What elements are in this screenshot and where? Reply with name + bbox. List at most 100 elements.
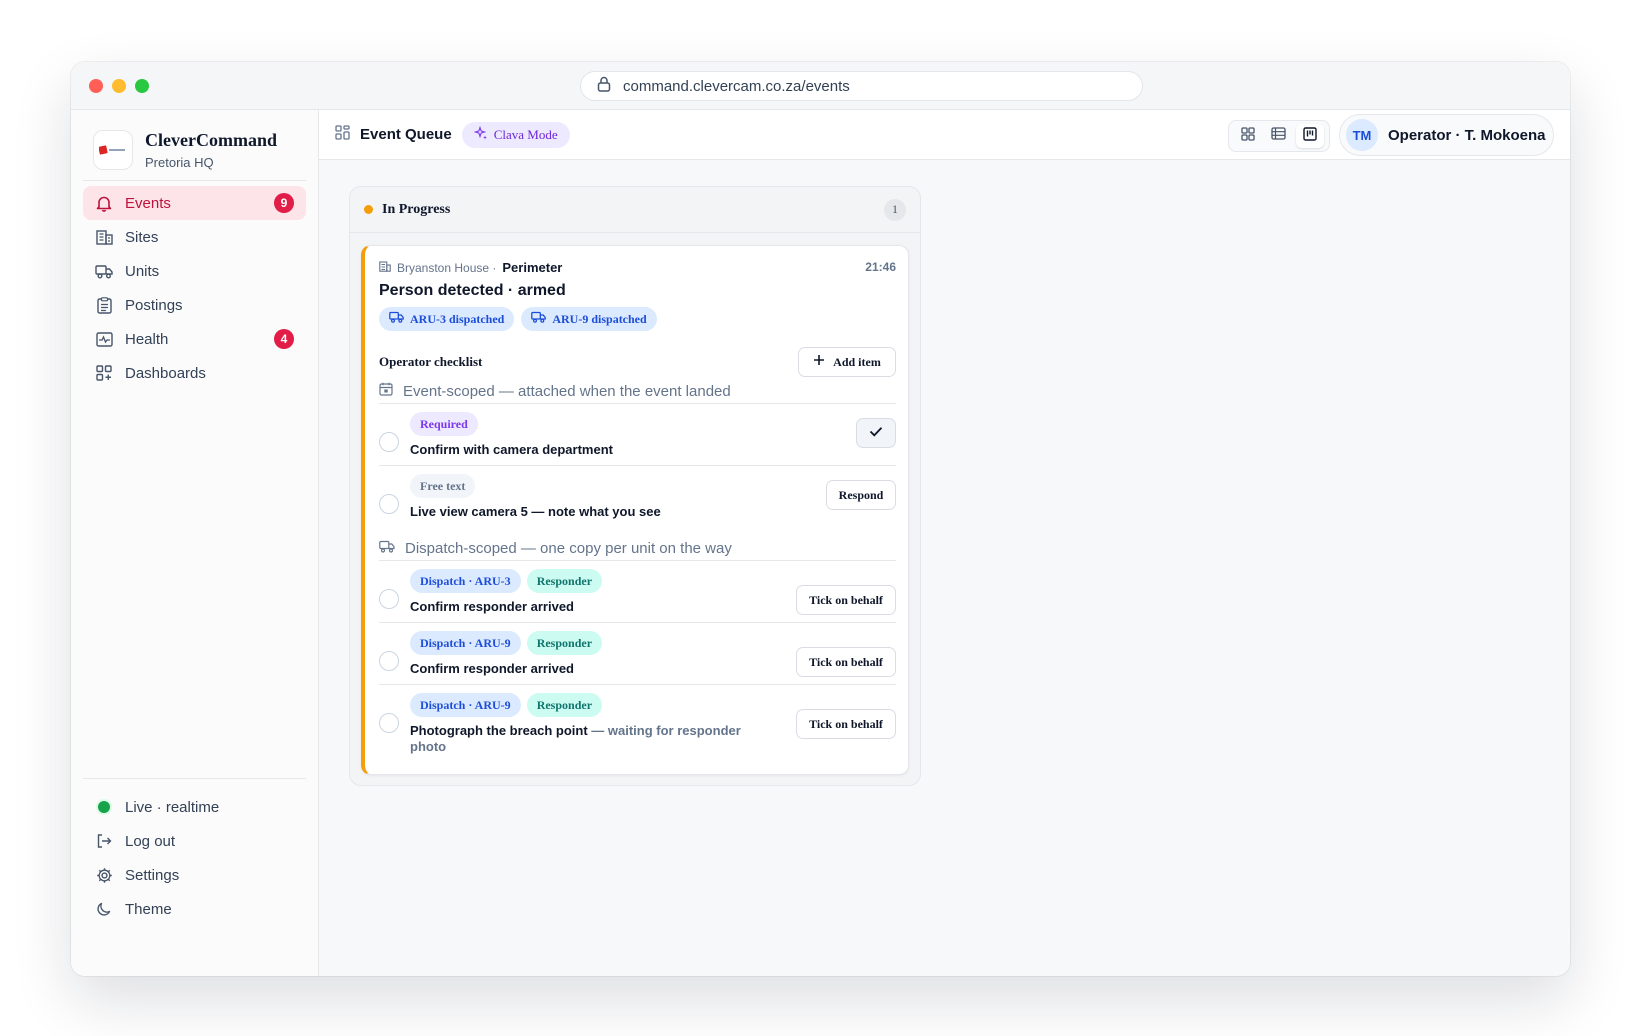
divider: [379, 622, 896, 623]
tick-on-behalf-button[interactable]: Tick on behalf: [796, 647, 896, 677]
checklist-title: Operator checklist: [379, 354, 483, 369]
add-item-label: Add item: [833, 354, 881, 369]
sidebar-item-dashboards[interactable]: Dashboards: [83, 356, 306, 390]
checklist-item: Dispatch · ARU-9 Responder Confirm respo…: [379, 631, 896, 684]
task-label: Confirm responder arrived: [410, 599, 574, 614]
sidebar-item-label: Units: [125, 262, 160, 280]
event-title: Person detected · armed: [379, 282, 566, 299]
logout-icon: [95, 832, 113, 850]
truck-icon: [95, 262, 113, 280]
brand-location: Pretoria HQ: [145, 155, 214, 170]
task-checkbox[interactable]: [379, 432, 399, 452]
sidebar-item-label: Postings: [125, 296, 183, 314]
operator-name: Operator · T. Mokoena: [1388, 126, 1546, 144]
sidebar-item-sites[interactable]: Sites: [83, 220, 306, 254]
status-dot: [364, 205, 373, 214]
moon-icon: [95, 900, 113, 918]
sidebar-item-postings[interactable]: Postings: [83, 288, 306, 322]
event-time: 21:46: [865, 260, 896, 274]
truck-icon: [531, 311, 547, 327]
sidebar-item-events[interactable]: Events 9: [83, 186, 306, 220]
sidebar-item-label: Health: [125, 330, 169, 348]
building-icon: [95, 228, 113, 246]
dashboard-icon: [95, 364, 113, 382]
complete-task-button[interactable]: [856, 418, 896, 448]
list-view-button[interactable]: [1265, 124, 1293, 148]
checklist-item: Required Confirm with camera department: [379, 412, 896, 465]
grid-view-button[interactable]: [1234, 124, 1262, 148]
close-window-button[interactable]: [89, 79, 103, 93]
health-alert-badge: 4: [274, 329, 294, 349]
site-name: Bryanston House ·: [397, 260, 497, 275]
clava-mode-toggle[interactable]: Clava Mode: [461, 121, 570, 148]
grid-icon: [1241, 126, 1255, 146]
logout-button[interactable]: Log out: [83, 824, 306, 858]
browser-titlebar: command.clevercam.co.za/events: [71, 62, 1570, 110]
task-checkbox[interactable]: [379, 713, 399, 733]
checklist-item: Dispatch · ARU-3 Responder Confirm respo…: [379, 569, 896, 622]
maximize-window-button[interactable]: [135, 79, 149, 93]
sidebar-nav: Events 9 Sites Units Postings Health 4 D…: [83, 186, 306, 390]
event-scope-heading: Event-scoped — attached when the event l…: [379, 379, 896, 403]
dispatch-chip[interactable]: ARU-9 dispatched: [521, 307, 657, 331]
required-tag: Required: [410, 412, 478, 436]
sidebar-item-label: Sites: [125, 228, 159, 246]
sidebar-item-units[interactable]: Units: [83, 254, 306, 288]
list-icon: [1271, 127, 1287, 145]
column-header: In Progress 1: [350, 187, 920, 233]
browser-window: command.clevercam.co.za/events CleverCom…: [71, 62, 1570, 976]
kanban-icon: [1302, 126, 1317, 146]
task-checkbox[interactable]: [379, 651, 399, 671]
divider: [379, 403, 896, 404]
live-status-label: Live · realtime: [125, 798, 220, 816]
avatar: TM: [1346, 119, 1378, 151]
events-count-badge: 9: [274, 193, 294, 213]
building-icon: [379, 260, 391, 275]
sidebar-item-label: Events: [125, 194, 171, 212]
dispatch-chip[interactable]: ARU-3 dispatched: [379, 307, 515, 331]
dispatch-tag: Dispatch · ARU-9: [410, 631, 521, 655]
task-label-main: Photograph the breach point: [410, 723, 588, 738]
sidebar-divider: [83, 778, 306, 779]
top-bar: Event Queue Clava Mode TM Operator · T. …: [319, 110, 1570, 160]
divider: [379, 560, 896, 561]
live-status: Live · realtime: [83, 790, 306, 824]
tick-on-behalf-button[interactable]: Tick on behalf: [796, 709, 896, 739]
divider: [379, 465, 896, 466]
theme-button[interactable]: Theme: [83, 892, 306, 926]
settings-button[interactable]: Settings: [83, 858, 306, 892]
sidebar-item-health[interactable]: Health 4: [83, 322, 306, 356]
view-switcher: [1228, 120, 1330, 152]
minimize-window-button[interactable]: [112, 79, 126, 93]
brand-name: CleverCommand: [145, 130, 277, 150]
task-checkbox[interactable]: [379, 589, 399, 609]
settings-label: Settings: [125, 866, 180, 884]
event-scope-label: Event-scoped — attached when the event l…: [403, 382, 731, 400]
column-title: In Progress: [382, 201, 451, 217]
add-item-button[interactable]: Add item: [798, 347, 896, 377]
task-label: Confirm with camera department: [410, 442, 613, 457]
tick-on-behalf-button[interactable]: Tick on behalf: [796, 585, 896, 615]
dispatch-chip-label: ARU-3 dispatched: [410, 311, 505, 326]
task-label: Confirm responder arrived: [410, 661, 574, 676]
dispatch-tag: Dispatch · ARU-3: [410, 569, 521, 593]
checklist-header: Operator checklist Add item: [379, 347, 896, 377]
divider: [379, 684, 896, 685]
board-view-button[interactable]: [1295, 124, 1324, 148]
respond-button[interactable]: Respond: [826, 480, 896, 510]
check-icon: [869, 426, 883, 440]
theme-label: Theme: [125, 900, 172, 918]
page-title: Event Queue: [360, 126, 452, 143]
brand[interactable]: CleverCommand Pretoria HQ: [93, 130, 277, 170]
event-location: Bryanston House · Perimeter: [379, 260, 896, 275]
queue-icon: [335, 124, 350, 145]
responder-tag: Responder: [526, 693, 603, 717]
sidebar: CleverCommand Pretoria HQ Events 9 Sites: [71, 110, 319, 976]
task-checkbox[interactable]: [379, 494, 399, 514]
responder-tag: Responder: [526, 569, 603, 593]
in-progress-column: In Progress 1 Bryanston House · Perimete…: [349, 186, 921, 786]
address-bar[interactable]: command.clevercam.co.za/events: [580, 71, 1143, 101]
event-card[interactable]: Bryanston House · Perimeter 21:46 Person…: [361, 245, 909, 775]
operator-menu[interactable]: TM Operator · T. Mokoena: [1339, 114, 1554, 156]
task-label: Photograph the breach point — waiting fo…: [410, 723, 770, 755]
